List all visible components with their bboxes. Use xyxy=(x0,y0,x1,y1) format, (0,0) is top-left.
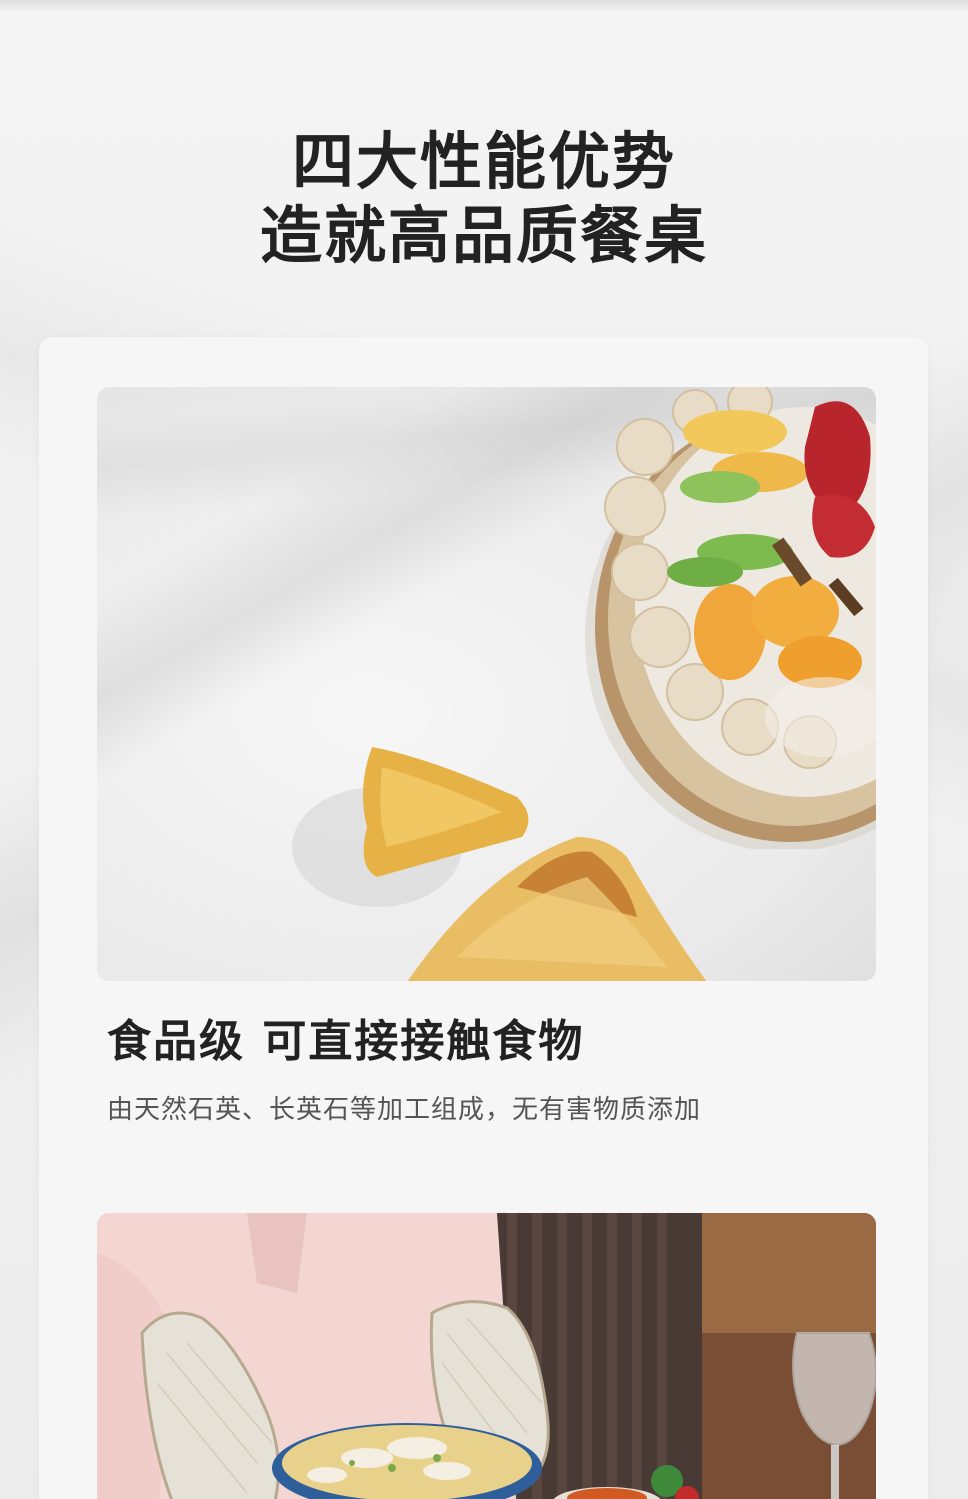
pastry-illustration xyxy=(292,747,707,981)
kitchen-scene-illustration xyxy=(97,1213,876,1499)
headline-line-2: 造就高品质餐桌 xyxy=(259,199,708,272)
page-headline: 四大性能优势 造就高品质餐桌 xyxy=(0,125,968,273)
feature-title: 食品级 可直接接触食物 xyxy=(107,1016,585,1067)
oven-mitts-serving-bowl-photo xyxy=(97,1213,876,1499)
feature-description: 由天然石英、长英石等加工组成，无有害物质添加 xyxy=(107,1095,702,1125)
cake-and-pastry-photo xyxy=(97,387,876,981)
headline-line-1: 四大性能优势 xyxy=(291,125,676,198)
top-edge-shadow xyxy=(0,0,968,12)
